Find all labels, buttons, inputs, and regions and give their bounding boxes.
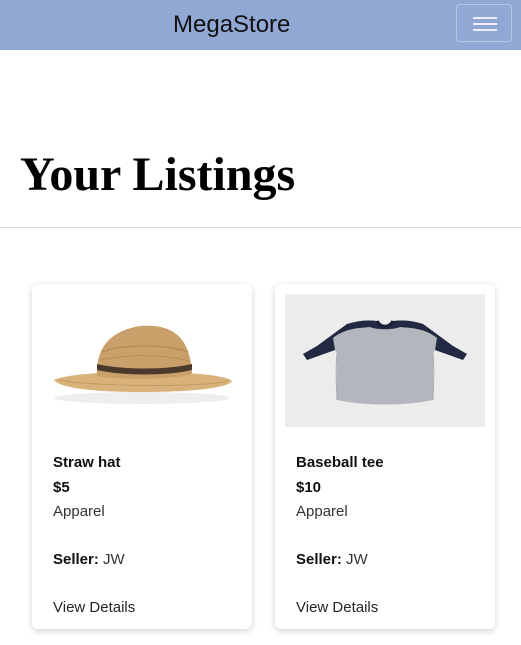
- product-price: $10: [296, 479, 322, 496]
- product-name: Straw hat: [53, 454, 121, 471]
- product-category: Apparel: [53, 503, 105, 520]
- baseball-tee-image[interactable]: [285, 294, 485, 427]
- hamburger-bar: [473, 29, 497, 31]
- listing-card: Straw hat $5 Apparel Seller: JW View Det…: [32, 284, 252, 629]
- page-title: Your Listings: [20, 148, 296, 201]
- divider: [0, 227, 521, 228]
- navbar: MegaStore: [0, 0, 521, 50]
- straw-hat-image[interactable]: [42, 294, 242, 427]
- navbar-toggle-button[interactable]: [456, 4, 512, 42]
- product-price: $5: [53, 479, 70, 496]
- view-details-link[interactable]: View Details: [296, 599, 378, 616]
- view-details-link[interactable]: View Details: [53, 599, 135, 616]
- product-seller: Seller: JW: [53, 551, 125, 568]
- seller-name: JW: [103, 551, 125, 568]
- seller-label: Seller:: [53, 551, 99, 568]
- seller-label: Seller:: [296, 551, 342, 568]
- hamburger-bar: [473, 23, 497, 25]
- product-name: Baseball tee: [296, 454, 384, 471]
- listing-card: Baseball tee $10 Apparel Seller: JW View…: [275, 284, 495, 629]
- product-category: Apparel: [296, 503, 348, 520]
- brand-logo[interactable]: MegaStore: [173, 10, 290, 40]
- product-seller: Seller: JW: [296, 551, 368, 568]
- seller-name: JW: [346, 551, 368, 568]
- hamburger-menu-icon: [473, 17, 497, 19]
